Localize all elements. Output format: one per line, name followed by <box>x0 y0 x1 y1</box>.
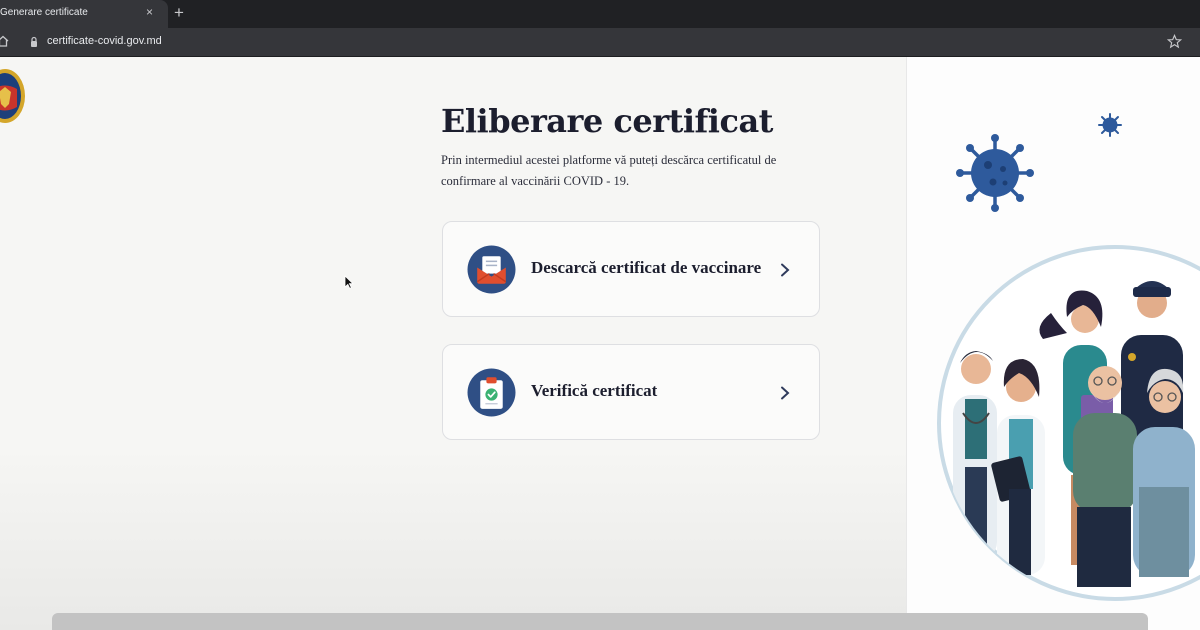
healthcare-workers-illustration <box>937 245 1200 601</box>
envelope-certificate-icon <box>467 245 516 294</box>
home-icon[interactable] <box>0 34 10 48</box>
verify-certificate-label: Verifică certificat <box>531 381 658 400</box>
new-tab-button[interactable]: + <box>174 3 184 23</box>
mouse-cursor-icon <box>344 275 354 289</box>
virus-icon <box>956 134 1034 212</box>
bookmark-star-icon[interactable] <box>1167 34 1182 49</box>
verify-certificate-card[interactable]: Verifică certificat <box>442 344 820 440</box>
browser-tab-strip: Generare certificate × + <box>0 0 1200 28</box>
tab-title: Generare certificate <box>0 7 88 18</box>
clipboard-check-icon <box>467 368 516 417</box>
horizontal-scrollbar[interactable] <box>52 613 1148 630</box>
illustration-panel <box>906 57 1200 630</box>
chevron-right-icon <box>781 386 790 400</box>
page-content: Eliberare certificat Prin intermediul ac… <box>0 57 1200 630</box>
tab-close-icon[interactable]: × <box>146 5 153 19</box>
address-bar: certificate-covid.gov.md <box>0 28 1200 57</box>
page-title: Eliberare certificat <box>441 102 773 140</box>
lock-icon[interactable] <box>30 36 38 48</box>
browser-tab[interactable]: Generare certificate × <box>0 0 168 28</box>
government-emblem-icon <box>0 69 25 123</box>
download-certificate-label: Descarcă certificat de vaccinare <box>531 258 762 277</box>
chevron-right-icon <box>781 263 790 277</box>
virus-icon <box>1098 113 1122 137</box>
url-text[interactable]: certificate-covid.gov.md <box>47 35 162 47</box>
page-subtitle: Prin intermediul acestei platforme vă pu… <box>441 153 777 188</box>
download-certificate-card[interactable]: Descarcă certificat de vaccinare <box>442 221 820 317</box>
